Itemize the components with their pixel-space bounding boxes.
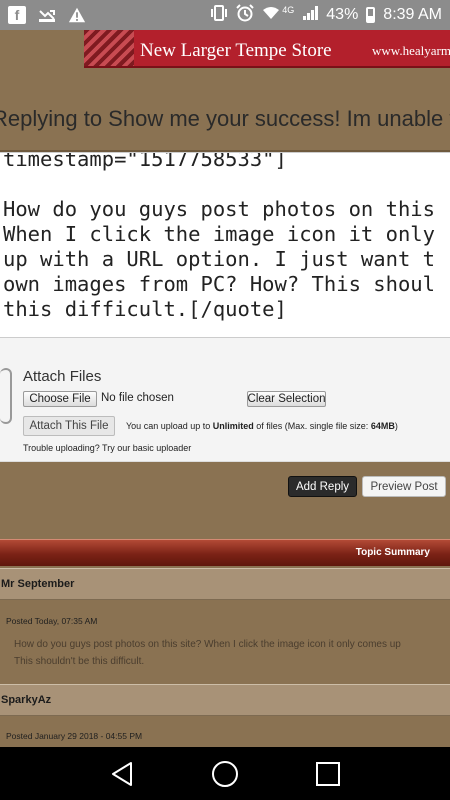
post-excerpt-line: How do you guys post photos on this site… (14, 639, 401, 650)
post-body: Posted January 29 2018 - 04:55 PM (0, 716, 450, 747)
battery-icon (366, 7, 376, 23)
banner-image (84, 30, 134, 66)
limit-suffix: ) (394, 421, 398, 431)
alarm-icon (236, 3, 254, 27)
reply-editor[interactable]: timestamp="1517758533"] How do you guys … (0, 152, 450, 338)
signal-icon (302, 5, 319, 26)
topic-summary-title: Topic Summary (355, 547, 430, 558)
android-navigation-bar (0, 747, 450, 800)
no-file-label: No file chosen (101, 392, 174, 404)
post-author-bar: Mr September (0, 568, 450, 600)
choose-file-button[interactable]: Choose File (23, 391, 97, 407)
status-bar: f 4G 43% 8:39 AM (0, 0, 450, 30)
clock: 8:39 AM (383, 6, 442, 23)
attach-files-panel: Attach Files Choose File No file chosen … (0, 338, 450, 462)
wifi-icon (262, 6, 280, 25)
post-author[interactable]: Mr September (1, 578, 74, 590)
recents-icon[interactable] (308, 754, 348, 794)
add-reply-button[interactable]: Add Reply (288, 476, 357, 497)
attach-this-file-button[interactable]: Attach This File (23, 416, 115, 436)
network-type: 4G (282, 5, 295, 15)
limit-prefix: You can upload up to (126, 421, 213, 431)
clear-selection-button[interactable]: Clear Selection (247, 391, 326, 407)
reply-heading-text: Replying to Show me your success! Im una… (0, 106, 450, 131)
basic-uploader-link[interactable]: Trouble uploading? Try our basic uploade… (23, 443, 191, 453)
banner-url: www.healyarm (372, 43, 450, 58)
post-date: Posted January 29 2018 - 04:55 PM (6, 731, 143, 741)
limit-count: Unlimited (212, 421, 254, 431)
post-excerpt-line: This shouldn't be this difficult. (14, 656, 145, 667)
editor-text[interactable]: timestamp="1517758533"] How do you guys … (3, 153, 435, 322)
preview-post-button[interactable]: Preview Post (362, 476, 446, 497)
vibrate-icon (210, 4, 228, 26)
upload-limit-text: You can upload up to Unlimited of files … (126, 421, 398, 431)
ad-banner[interactable]: New Larger Tempe Store www.healyarm (84, 30, 450, 68)
post-body: Posted Today, 07:35 AM How do you guys p… (0, 600, 450, 684)
post-author-bar: SparkyAz (0, 684, 450, 716)
back-icon[interactable] (102, 754, 142, 794)
home-icon[interactable] (205, 754, 245, 794)
banner-title: New Larger Tempe Store (140, 40, 332, 61)
post-date: Posted Today, 07:35 AM (6, 616, 98, 626)
post-author[interactable]: SparkyAz (1, 694, 51, 706)
paperclip-icon (0, 368, 12, 424)
limit-middle: of files (Max. single file size: (253, 421, 371, 431)
reply-heading: Replying to Show me your success! Im una… (0, 72, 450, 152)
limit-size: 64MB (370, 421, 395, 431)
warning-icon (68, 6, 86, 24)
missed-call-icon (38, 6, 56, 24)
topic-summary-header: Topic Summary (0, 539, 450, 566)
battery-percent: 43% (326, 6, 359, 23)
facebook-icon: f (8, 6, 26, 24)
banner-area: New Larger Tempe Store www.healyarm (0, 30, 450, 72)
attach-files-title: Attach Files (23, 368, 102, 385)
